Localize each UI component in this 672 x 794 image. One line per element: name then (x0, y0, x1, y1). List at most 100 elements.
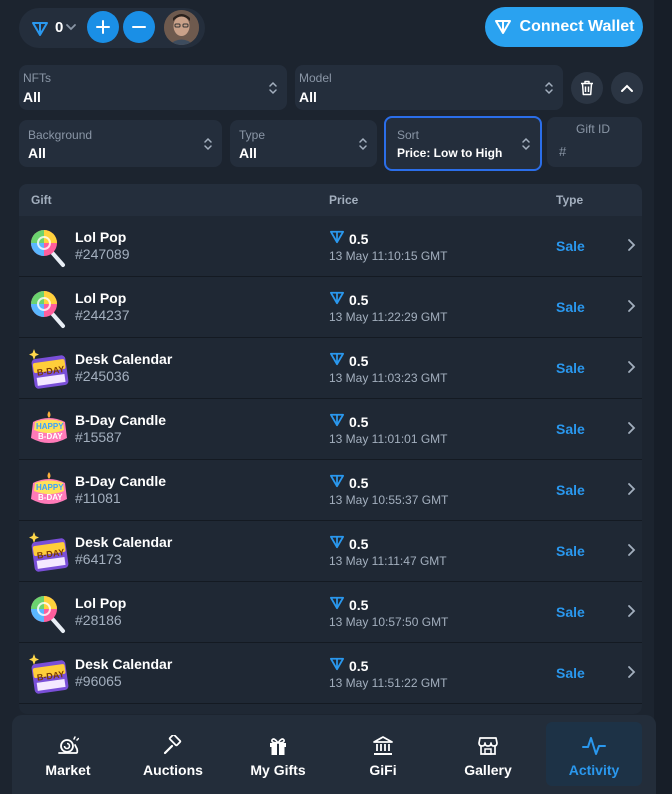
table-row[interactable]: B-DAY Desk Calendar #96065 0.5 13 May 11:51:… (19, 643, 642, 704)
type-value: All (239, 145, 257, 161)
avatar[interactable] (164, 10, 199, 45)
lollipop-icon (27, 286, 71, 330)
updown-chevron-icon (522, 137, 530, 150)
gift-id-input[interactable] (551, 139, 637, 163)
table-row[interactable]: Lol Pop #244237 0.5 13 May 11:22:29 GMT Sale (19, 277, 642, 338)
nav-activity-label: Activity (568, 762, 620, 778)
gift-name: Lol Pop (75, 229, 127, 245)
price-value: 0.5 (349, 292, 369, 308)
connect-wallet-label: Connect Wallet (519, 18, 635, 35)
type-badge: Sale (556, 360, 585, 376)
lollipop-icon (27, 591, 71, 635)
trash-icon (581, 80, 593, 96)
model-label: Model (299, 71, 332, 85)
chevron-right-icon (626, 421, 636, 440)
gift-number: #245036 (75, 368, 130, 384)
snail-icon (57, 734, 79, 758)
price-value: 0.5 (349, 231, 369, 247)
gift-name: B-Day Candle (75, 473, 167, 489)
column-price: Price (329, 193, 359, 207)
nav-gallery[interactable]: Gallery (440, 722, 536, 786)
ton-icon (330, 596, 344, 610)
ton-icon (330, 657, 344, 671)
sale-timestamp: 13 May 11:01:01 GMT (329, 432, 448, 446)
type-badge: Sale (556, 238, 585, 254)
chevron-down-icon[interactable] (65, 20, 77, 34)
price-value: 0.5 (349, 597, 369, 613)
calendar-icon: B-DAY (27, 347, 71, 391)
clear-filters-button[interactable] (571, 72, 603, 104)
nav-gifi-label: GiFi (369, 762, 397, 778)
scroll-gutter (654, 0, 672, 794)
type-badge: Sale (556, 482, 585, 498)
sort-label: Sort (397, 128, 420, 142)
sort-select[interactable]: Sort Price: Low to High (384, 116, 542, 171)
ton-icon (330, 535, 344, 549)
calendar-icon: B-DAY (27, 652, 71, 696)
chevron-right-icon (626, 604, 636, 623)
gift-name: Desk Calendar (75, 351, 173, 367)
gift-number: #247089 (75, 246, 130, 262)
candle-icon: HAPPY B-DAY (27, 469, 71, 513)
ton-icon (330, 474, 344, 488)
price-value: 0.5 (349, 658, 369, 674)
nav-my-gifts[interactable]: My Gifts (230, 722, 326, 786)
nfts-select[interactable]: NFTs All (19, 65, 287, 110)
collapse-filters-button[interactable] (611, 72, 643, 104)
nav-my-gifts-label: My Gifts (250, 762, 306, 778)
lollipop-icon (27, 225, 71, 269)
svg-text:B-DAY: B-DAY (38, 493, 63, 502)
bank-icon (372, 734, 394, 758)
chevron-right-icon (626, 543, 636, 562)
type-badge: Sale (556, 543, 585, 559)
chevron-right-icon (626, 238, 636, 257)
model-value: All (299, 89, 317, 105)
sale-timestamp: 13 May 11:10:15 GMT (329, 249, 448, 263)
table-row[interactable]: Lol Pop #247089 0.5 13 May 11:10:15 GMT Sale (19, 216, 642, 277)
gift-name: B-Day Candle (75, 412, 167, 428)
withdraw-funds-button[interactable] (123, 11, 155, 43)
sort-value: Price: Low to High (397, 146, 503, 160)
model-select[interactable]: Model All (295, 65, 563, 110)
connect-wallet-button[interactable]: Connect Wallet (485, 7, 643, 47)
gift-number: #64173 (75, 551, 122, 567)
ton-icon (330, 413, 344, 427)
gift-id-filter: Gift ID (547, 117, 642, 167)
nav-market[interactable]: Market (20, 722, 116, 786)
nav-activity[interactable]: Activity (546, 722, 642, 786)
bottom-nav: Market Auctions My Gifts GiFi Gallery Ac… (12, 715, 656, 794)
table-row[interactable]: B-DAY Desk Calendar #245036 0.5 13 May 11:03… (19, 338, 642, 399)
table-row[interactable]: B-DAY Desk Calendar #64173 0.5 13 May 11:11:… (19, 521, 642, 582)
add-funds-button[interactable] (87, 11, 119, 43)
updown-chevron-icon (359, 137, 367, 150)
type-label: Type (239, 128, 266, 142)
type-select[interactable]: Type All (230, 120, 377, 167)
gift-name: Lol Pop (75, 595, 127, 611)
ton-icon (330, 291, 344, 305)
activity-icon (582, 734, 606, 758)
background-select[interactable]: Background All (19, 120, 222, 167)
nav-auctions[interactable]: Auctions (125, 722, 221, 786)
gift-icon (268, 734, 288, 758)
price-value: 0.5 (349, 536, 369, 552)
column-gift: Gift (31, 193, 52, 207)
chevron-right-icon (626, 360, 636, 379)
sale-timestamp: 13 May 11:03:23 GMT (329, 371, 448, 385)
balance-value: 0 (55, 19, 64, 36)
gift-name: Desk Calendar (75, 656, 173, 672)
nav-market-label: Market (45, 762, 91, 778)
table-row[interactable]: Lol Pop #28186 0.5 13 May 10:57:50 GMT Sale (19, 582, 642, 643)
table-row[interactable]: HAPPY B-DAY B-Day Candle #11081 0.5 13 May 10… (19, 460, 642, 521)
table-row[interactable]: HAPPY B-DAY B-Day Candle #15587 0.5 13 May 11… (19, 399, 642, 460)
sale-timestamp: 13 May 10:55:37 GMT (329, 493, 449, 507)
column-type: Type (556, 193, 584, 207)
background-label: Background (28, 128, 93, 142)
chevron-right-icon (626, 482, 636, 501)
sale-timestamp: 13 May 10:57:50 GMT (329, 615, 449, 629)
nav-gifi[interactable]: GiFi (335, 722, 431, 786)
updown-chevron-icon (204, 137, 212, 150)
gift-number: #15587 (75, 429, 122, 445)
chevron-right-icon (626, 665, 636, 684)
gift-number: #11081 (75, 490, 121, 506)
ton-icon (494, 20, 511, 34)
